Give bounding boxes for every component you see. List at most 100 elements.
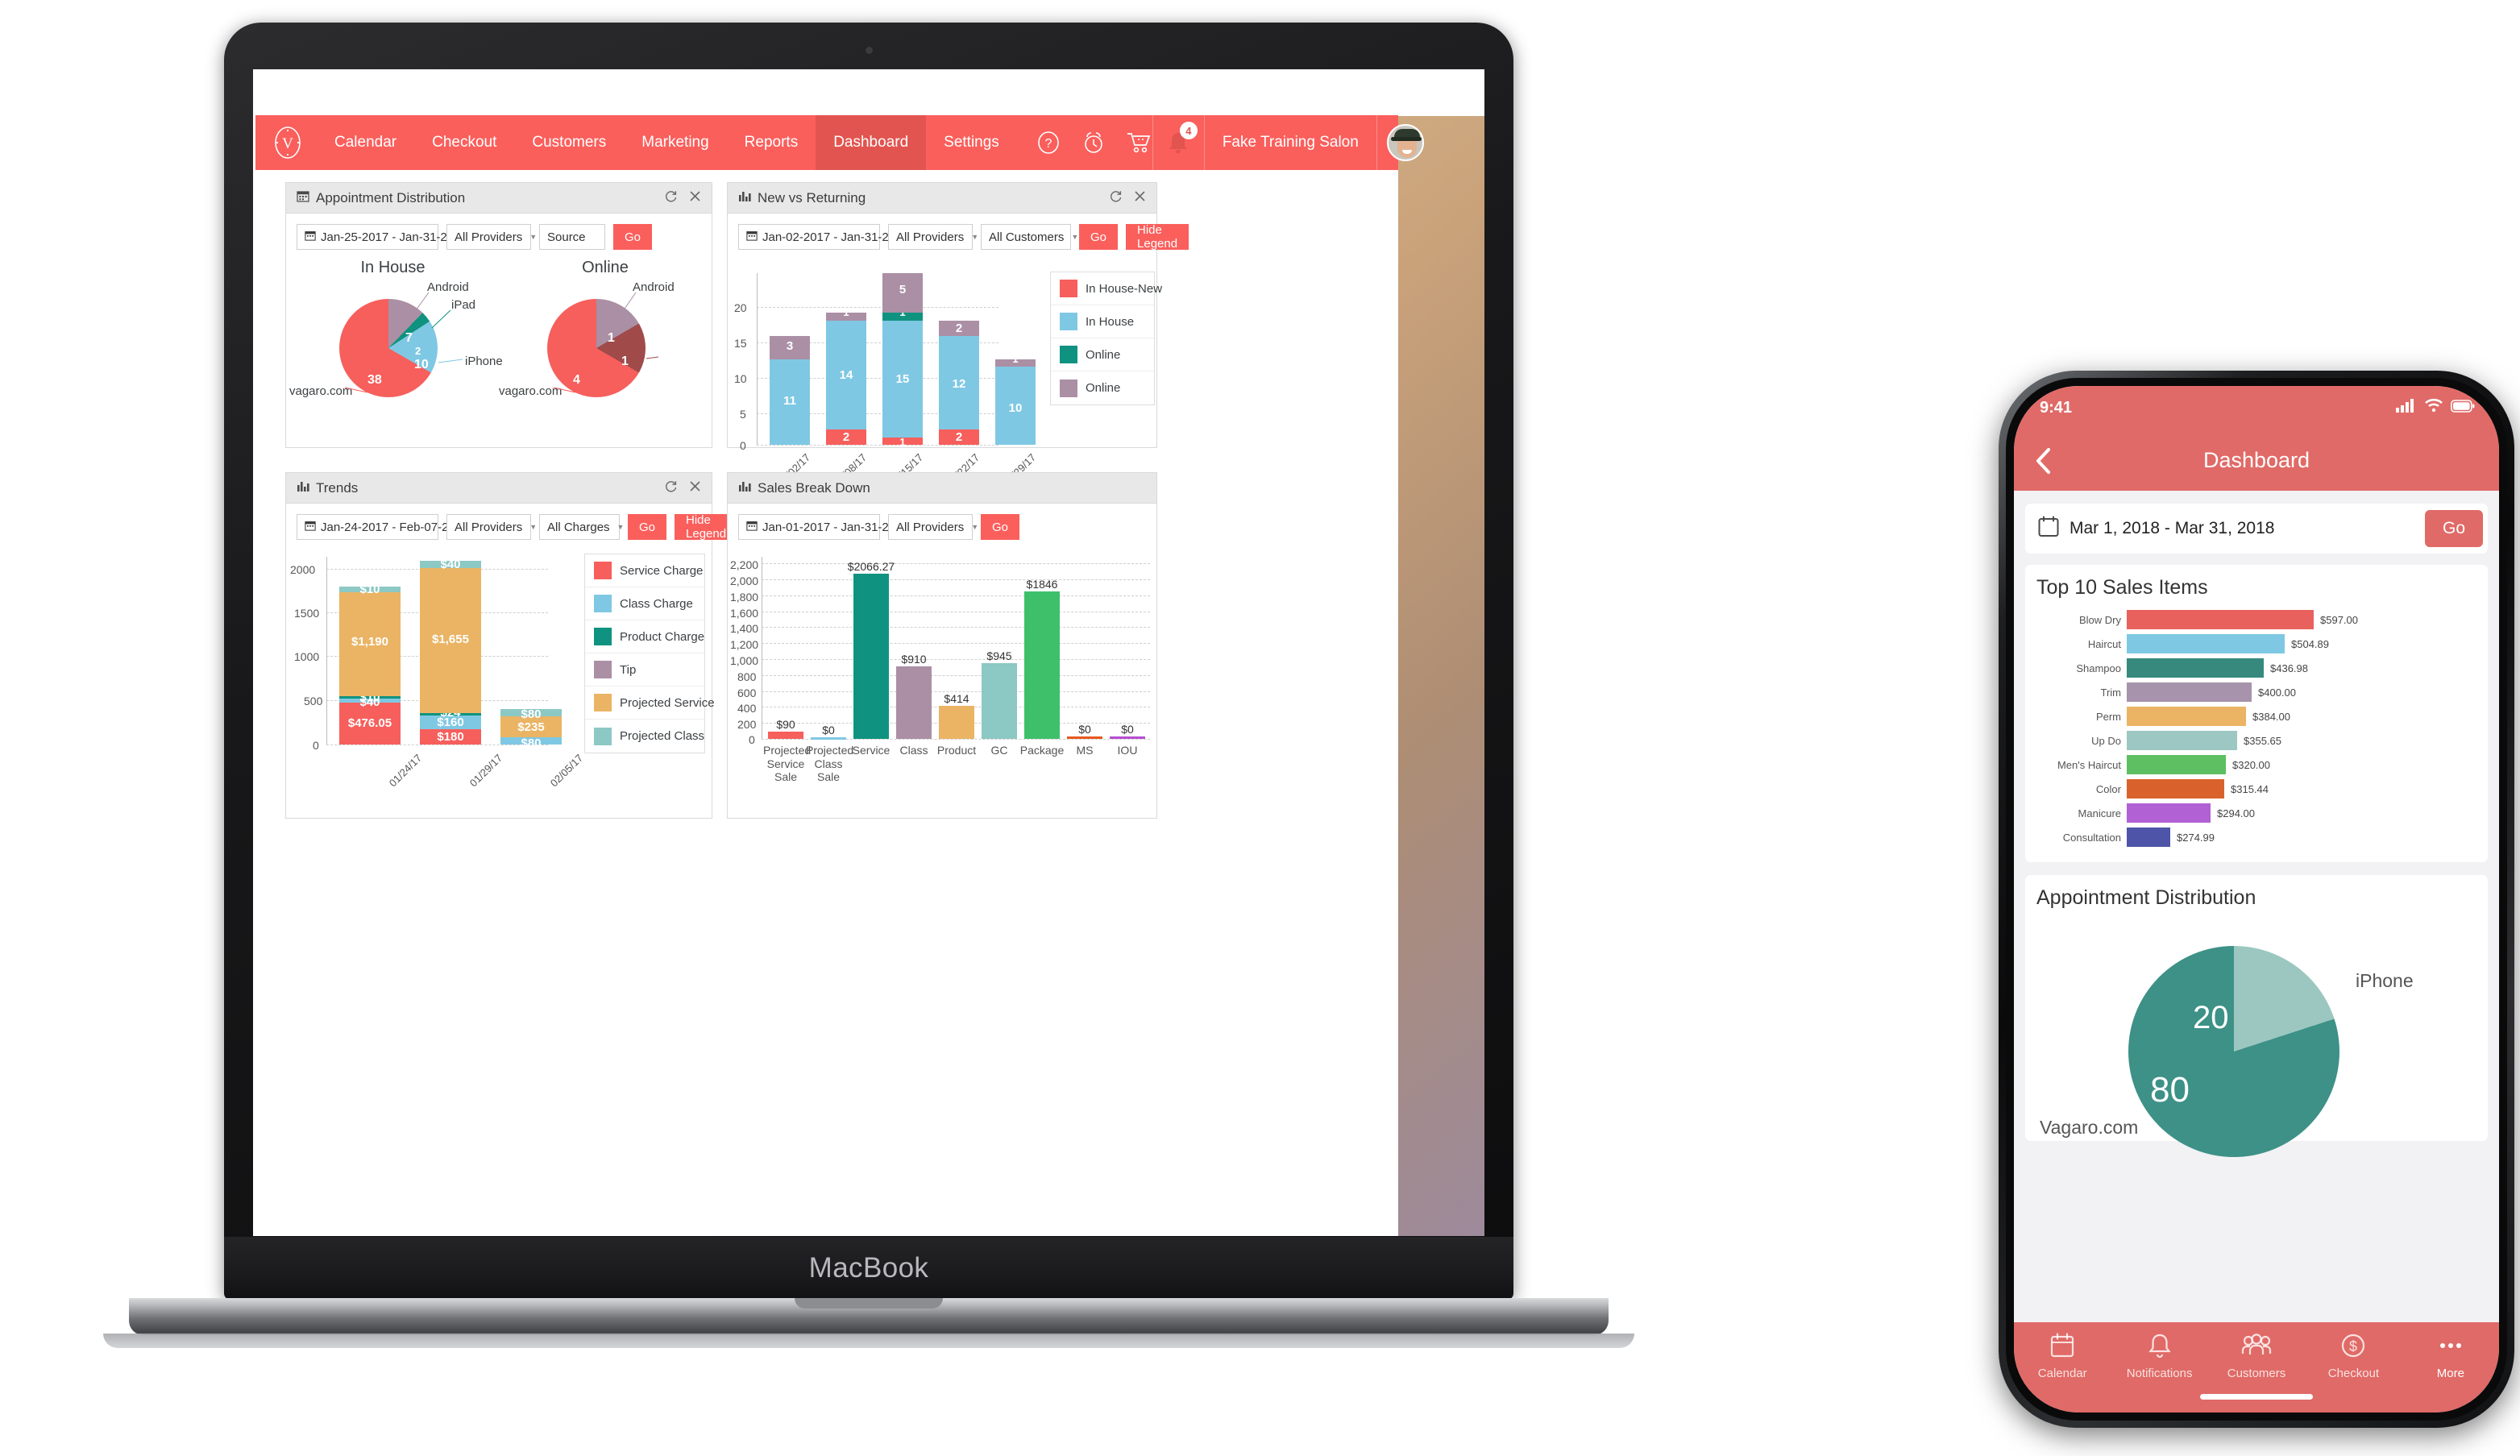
go-button[interactable]: Go [1079, 224, 1119, 250]
shopping-cart-icon[interactable] [1125, 129, 1152, 156]
refresh-icon[interactable] [664, 479, 678, 497]
pie-in-house: In House 7 2 10 38 Android iPad iPhone v… [287, 254, 503, 447]
list-item[interactable]: Color $315.44 [2036, 777, 2476, 801]
macbook-brand-label: MacBook [808, 1252, 929, 1284]
legend-item[interactable]: Projected Class [585, 720, 704, 753]
ytick: 2,200 [730, 558, 759, 571]
pie-leader-lines-online [553, 292, 659, 393]
help-icon[interactable]: ? [1035, 129, 1062, 156]
tab-notifications[interactable]: Notifications [2111, 1332, 2207, 1380]
tab-customers[interactable]: Customers [2208, 1332, 2305, 1380]
bar-label: $945 [986, 649, 1012, 662]
list-item[interactable]: Up Do $355.65 [2036, 728, 2476, 753]
bar-projected-service-sale[interactable] [768, 732, 803, 739]
go-button[interactable]: Go [628, 514, 667, 540]
xtick: 01/29/17 [467, 752, 505, 790]
legend-item[interactable]: Service Charge [585, 554, 704, 587]
go-button[interactable]: Go [981, 514, 1020, 540]
iphone-go-button[interactable]: Go [2424, 510, 2483, 547]
charges-select[interactable]: All Charges ▼ [539, 514, 624, 540]
tab-label: Notifications [2126, 1367, 2193, 1380]
phone-pie-chart[interactable] [2128, 946, 2339, 1157]
close-icon[interactable] [689, 190, 701, 206]
nav-right-group: 4 Fake Training Salon [1152, 115, 1434, 170]
source-input[interactable]: Source [539, 224, 605, 250]
user-avatar-button[interactable] [1376, 115, 1434, 170]
chevron-down-icon: ▼ [529, 233, 538, 241]
calendar-icon [746, 520, 758, 534]
iphone-date-range-bar[interactable]: Mar 1, 2018 - Mar 31, 2018 Go [2025, 504, 2488, 554]
tab-label: Customers [2227, 1367, 2286, 1380]
tab-checkout[interactable]: $ Checkout [2305, 1332, 2402, 1380]
hbar [2127, 803, 2211, 823]
bar-ms[interactable] [1067, 736, 1102, 739]
vagaro-logo-icon[interactable]: V [272, 123, 304, 162]
nav-item-settings[interactable]: Settings [926, 115, 1017, 170]
notifications-button[interactable]: 4 [1152, 115, 1204, 170]
legend-item[interactable]: Product Charge [585, 620, 704, 653]
provider-select[interactable]: All Providers ▼ [446, 224, 537, 250]
bar-gc[interactable] [982, 663, 1017, 739]
hbar [2127, 610, 2314, 629]
nav-item-marketing[interactable]: Marketing [624, 115, 726, 170]
legend-item[interactable]: In House [1051, 305, 1154, 338]
bar-projected-class-sale[interactable] [811, 737, 846, 740]
list-item[interactable]: Trim $400.00 [2036, 680, 2476, 704]
nav-item-customers[interactable]: Customers [514, 115, 624, 170]
list-item[interactable]: Haircut $504.89 [2036, 632, 2476, 656]
bar-iou[interactable] [1110, 736, 1145, 739]
date-range-picker[interactable]: Jan-02-2017 - Jan-31-2017 ▼ [738, 224, 924, 250]
bar-service[interactable] [853, 574, 889, 739]
provider-select[interactable]: All Providers ▼ [446, 514, 537, 540]
alarm-clock-icon[interactable] [1080, 129, 1107, 156]
hbar-value: $274.99 [2177, 831, 2215, 844]
list-item[interactable]: Shampoo $436.98 [2036, 656, 2476, 680]
nav-item-checkout[interactable]: Checkout [414, 115, 514, 170]
card-appointment-distribution: Appointment Distribution 20 80 iPhone Va… [2025, 875, 2488, 1157]
close-icon[interactable] [689, 480, 701, 496]
nav-icon-group: ? [1027, 129, 1152, 156]
legend-item[interactable]: Online [1051, 371, 1154, 404]
go-button[interactable]: Go [613, 224, 653, 250]
date-range-picker[interactable]: Jan-01-2017 - Jan-31-2017 ▼ [738, 514, 924, 540]
list-item[interactable]: Men's Haircut $320.00 [2036, 753, 2476, 777]
refresh-icon[interactable] [1109, 189, 1123, 207]
list-item[interactable]: Blow Dry $597.00 [2036, 608, 2476, 632]
provider-select[interactable]: All Providers ▼ [888, 514, 978, 540]
nav-item-dashboard[interactable]: Dashboard [816, 115, 927, 170]
xtick: Service [852, 744, 891, 757]
list-item[interactable]: Consultation $274.99 [2036, 825, 2476, 849]
hide-legend-button[interactable]: Hide Legend [1126, 223, 1189, 251]
bar-label: 1 [899, 436, 906, 448]
legend-item[interactable]: Class Charge [585, 587, 704, 620]
customers-select[interactable]: All Customers ▼ [981, 224, 1078, 250]
date-range-picker[interactable]: Jan-25-2017 - Jan-31-2017 ▼ [297, 224, 482, 250]
tab-more[interactable]: More [2402, 1332, 2499, 1380]
legend-item[interactable]: Tip [585, 653, 704, 687]
macbook-foot-shadow [103, 1334, 1634, 1348]
provider-select[interactable]: All Providers ▼ [888, 224, 978, 250]
list-item[interactable]: Manicure $294.00 [2036, 801, 2476, 825]
legend-item[interactable]: Online [1051, 338, 1154, 371]
refresh-icon[interactable] [664, 189, 678, 207]
chevron-down-icon: ▼ [1071, 233, 1079, 241]
hbar-label: Men's Haircut [2057, 758, 2121, 771]
tab-calendar[interactable]: Calendar [2014, 1332, 2111, 1380]
date-range-picker[interactable]: Jan-24-2017 - Feb-07-2017 ▼ [297, 514, 483, 540]
bar-label: $476.05 [347, 716, 392, 730]
nav-item-reports[interactable]: Reports [727, 115, 816, 170]
legend-item[interactable]: Projected Service [585, 687, 715, 720]
list-item[interactable]: Perm $384.00 [2036, 704, 2476, 728]
bar-class[interactable] [896, 666, 932, 739]
back-chevron-icon[interactable] [2035, 447, 2053, 481]
toolbar-trends: Jan-24-2017 - Feb-07-2017 ▼ All Provider… [286, 504, 738, 548]
bar-package[interactable] [1024, 591, 1060, 739]
bar-label: $1,655 [432, 633, 469, 646]
nav-item-calendar[interactable]: Calendar [317, 115, 414, 170]
legend-item[interactable]: In House-New [1051, 272, 1162, 305]
close-icon[interactable] [1134, 190, 1146, 206]
svg-text:?: ? [1044, 137, 1052, 151]
salon-name-label[interactable]: Fake Training Salon [1203, 115, 1376, 170]
tab-label: Checkout [2327, 1367, 2380, 1380]
bar-product[interactable] [939, 706, 974, 739]
